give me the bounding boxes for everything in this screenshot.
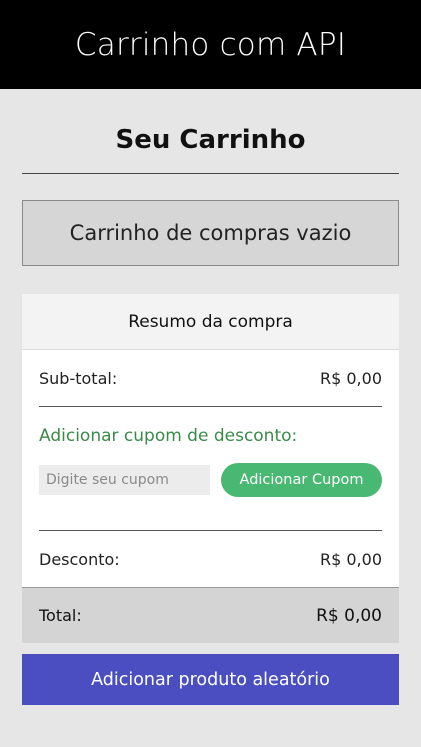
- total-label: Total:: [39, 606, 82, 625]
- app-header: Carrinho com API: [0, 0, 421, 89]
- page-title: Seu Carrinho: [115, 125, 306, 155]
- add-coupon-button[interactable]: Adicionar Cupom: [221, 463, 382, 497]
- title-divider: [22, 173, 399, 174]
- subtotal-row: Sub-total: R$ 0,00: [22, 350, 399, 406]
- cart-page: Seu Carrinho Carrinho de compras vazio R…: [0, 124, 421, 705]
- coupon-controls: Adicionar Cupom: [22, 463, 399, 497]
- discount-label: Desconto:: [39, 549, 120, 569]
- subtotal-label: Sub-total:: [39, 368, 118, 388]
- discount-row: Desconto: R$ 0,00: [22, 531, 399, 587]
- subtotal-value: R$ 0,00: [319, 368, 382, 388]
- order-summary: Resumo da compra Sub-total: R$ 0,00 Adic…: [22, 294, 399, 643]
- add-random-product-button[interactable]: Adicionar produto aleatório: [22, 654, 399, 705]
- empty-cart-message: Carrinho de compras vazio: [22, 200, 399, 266]
- app-title: Carrinho com API: [74, 26, 347, 63]
- total-row: Total: R$ 0,00: [22, 587, 399, 643]
- coupon-title: Adicionar cupom de desconto:: [39, 426, 298, 446]
- discount-value: R$ 0,00: [319, 549, 382, 569]
- summary-header: Resumo da compra: [22, 294, 399, 350]
- subtotal-divider: [39, 406, 382, 407]
- total-value: R$ 0,00: [316, 605, 382, 626]
- coupon-input[interactable]: [39, 465, 210, 495]
